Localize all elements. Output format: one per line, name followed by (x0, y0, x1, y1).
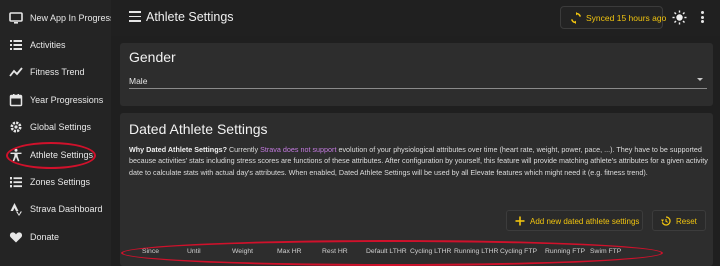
trend-icon (9, 65, 23, 79)
heart-icon (9, 230, 23, 244)
sidebar-item-zones-settings[interactable]: Zones Settings (0, 168, 111, 195)
sidebar-item-label: Fitness Trend (30, 66, 85, 77)
dated-settings-description: Why Dated Athlete Settings? Currently St… (129, 144, 709, 178)
monitor-icon (9, 11, 23, 25)
column-header: Running LTHR (454, 248, 499, 255)
gender-select-underline (129, 88, 707, 89)
gender-select-value[interactable]: Male (129, 76, 147, 86)
column-header: Running FTP (545, 248, 586, 255)
more-vert-icon[interactable] (701, 11, 705, 25)
column-header: Cycling FTP (500, 248, 538, 255)
calendar-icon (9, 93, 23, 107)
accessibility-icon (9, 148, 23, 162)
plus-icon (515, 216, 525, 226)
sidebar-item-label: Donate (30, 231, 60, 242)
dated-settings-title: Dated Athlete Settings (129, 121, 268, 137)
column-header: Weight (232, 248, 254, 255)
sidebar-item-label: Strava Dashboard (30, 203, 103, 214)
page-title: Athlete Settings (146, 10, 234, 24)
sidebar-item-label: New App In Progress (30, 12, 115, 23)
sidebar-item-label: Zones Settings (30, 176, 91, 187)
sidebar-item-fitness-trend[interactable]: Fitness Trend (0, 58, 111, 85)
sync-button[interactable]: Synced 15 hours ago (560, 6, 667, 29)
sidebar-item-athlete-settings[interactable]: Athlete Settings (0, 141, 111, 168)
column-header: Until (187, 248, 201, 255)
reset-button[interactable]: Reset (652, 210, 706, 231)
description-text: Currently (226, 145, 261, 154)
dated-settings-card: Dated Athlete Settings Why Dated Athlete… (120, 113, 713, 266)
add-dated-settings-button[interactable]: Add new dated athlete settings (506, 210, 643, 231)
top-bar: Athlete Settings Synced 15 hours ago (111, 0, 720, 36)
sidebar-item-new-app[interactable]: New App In Progress (0, 4, 115, 31)
sidebar-item-label: Activities (30, 39, 66, 50)
sidebar-item-label: Year Progressions (30, 94, 104, 105)
reset-button-label: Reset (676, 217, 697, 226)
sidebar-item-year-progressions[interactable]: Year Progressions (0, 86, 111, 113)
strava-support-link[interactable]: Strava does not support (260, 145, 336, 154)
sidebar: New App In Progress Activities Fitness T… (0, 0, 115, 266)
sidebar-item-strava-dashboard[interactable]: Strava Dashboard (0, 195, 111, 222)
add-button-label: Add new dated athlete settings (530, 217, 640, 226)
dropdown-arrow-icon[interactable] (697, 78, 703, 81)
sidebar-item-activities[interactable]: Activities (0, 31, 111, 58)
sidebar-item-label: Global Settings (30, 121, 92, 132)
list-icon (9, 38, 23, 52)
table-header: Since Until Weight Max HR Rest HR Defaul… (120, 246, 713, 260)
column-header: Swim FTP (590, 248, 622, 255)
strava-icon (9, 202, 23, 216)
sync-label: Synced 15 hours ago (586, 13, 667, 23)
column-header: Default LTHR (366, 248, 407, 255)
sync-icon (570, 12, 582, 24)
menu-icon[interactable] (129, 11, 141, 23)
gender-card: Gender Male (120, 43, 713, 106)
ordered-list-icon (9, 175, 23, 189)
sidebar-item-donate[interactable]: Donate (0, 223, 111, 250)
column-header: Rest HR (322, 248, 348, 255)
sidebar-item-global-settings[interactable]: Global Settings (0, 113, 111, 140)
column-header: Since (142, 248, 160, 255)
history-icon (661, 216, 671, 226)
sidebar-item-label: Athlete Settings (30, 149, 94, 160)
theme-toggle-icon[interactable] (672, 10, 687, 25)
gear-icon (9, 120, 23, 134)
gender-title: Gender (129, 49, 176, 65)
description-heading: Why Dated Athlete Settings? (129, 145, 227, 154)
column-header: Cycling LTHR (410, 248, 452, 255)
column-header: Max HR (277, 248, 302, 255)
